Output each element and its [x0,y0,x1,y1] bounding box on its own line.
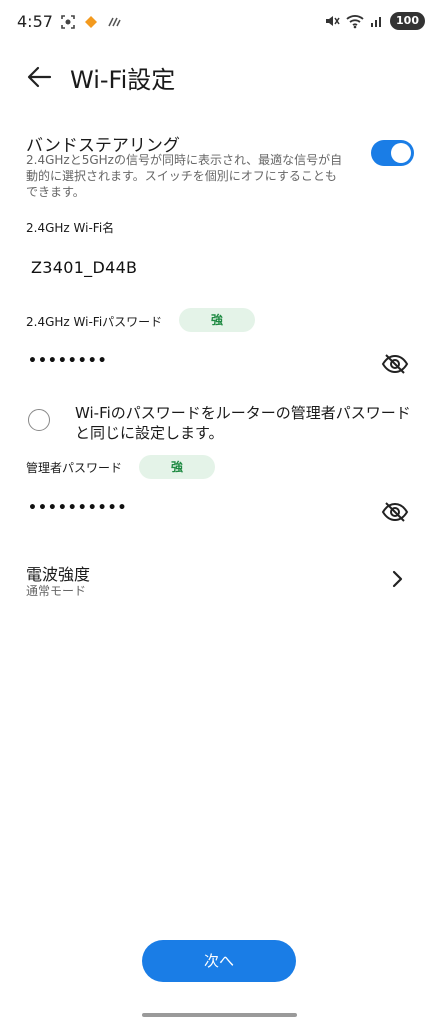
home-indicator [142,1013,297,1017]
signal-icon [371,17,382,27]
wifi-password-field[interactable]: •••••••• [28,353,108,369]
app-notification-icon [85,16,97,28]
back-arrow-icon[interactable] [26,64,52,90]
eye-off-icon[interactable] [381,500,409,524]
next-button[interactable]: 次へ [142,940,296,982]
eye-off-icon[interactable] [381,352,409,376]
status-icons-left [60,14,122,30]
screenshot-icon [61,15,75,29]
chevron-right-icon [392,570,403,588]
admin-password-field[interactable]: •••••••••• [28,500,127,516]
toggle-knob [391,143,411,163]
wifi-icon [346,15,364,29]
battery-indicator: 100 [390,12,425,30]
wifi-password-strength-badge: 強 [179,308,255,332]
page-title: Wi-Fi設定 [70,66,176,94]
status-time: 4:57 [17,12,53,31]
wifi-password-label: 2.4GHz Wi-Fiパスワード [26,315,163,329]
band-steering-description: 2.4GHzと5GHzの信号が同時に表示され、最適な信号が自動的に選択されます。… [26,153,343,199]
ssid-label: 2.4GHz Wi-Fi名 [26,221,115,235]
ssid-value[interactable]: Z3401_D44B [31,258,137,277]
band-steering-toggle[interactable] [371,140,414,166]
status-icons-right: 100 [324,12,425,30]
same-as-admin-text: Wi-Fiのパスワードをルーターの管理者パスワードと同じに設定します。 [75,404,411,442]
admin-password-strength-badge: 強 [139,455,215,479]
admin-password-label: 管理者パスワード [26,461,123,475]
same-as-admin-radio[interactable] [28,409,50,431]
mute-icon [326,16,340,26]
radio-strength-value: 通常モード [26,584,87,598]
nfc-icon [108,17,121,27]
